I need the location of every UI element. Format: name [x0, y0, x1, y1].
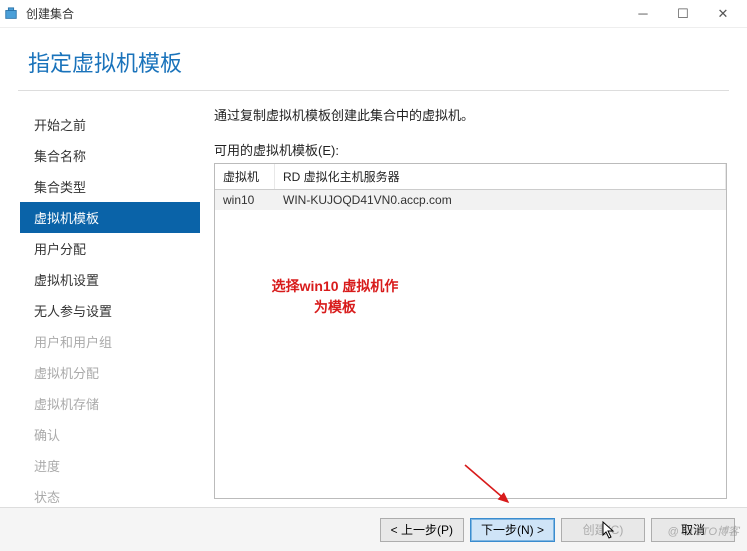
intro-text: 通过复制虚拟机模板创建此集合中的虚拟机。	[214, 105, 727, 124]
page-header: 指定虚拟机模板	[0, 28, 747, 90]
create-button: 创建(C)	[561, 518, 645, 542]
sidebar-item-vm-storage: 虚拟机存储	[20, 388, 200, 419]
maximize-button[interactable]: ☐	[663, 2, 703, 26]
template-table[interactable]: 虚拟机 RD 虚拟化主机服务器 win10 WIN-KUJOQD41VN0.ac…	[214, 163, 727, 499]
cancel-button[interactable]: 取消	[651, 518, 735, 542]
sidebar-item-start[interactable]: 开始之前	[20, 109, 200, 140]
sidebar-item-confirm: 确认	[20, 419, 200, 450]
sidebar-item-vm-settings[interactable]: 虚拟机设置	[20, 264, 200, 295]
minimize-button[interactable]: ─	[623, 2, 663, 26]
footer: < 上一步(P) 下一步(N) > 创建(C) 取消	[0, 507, 747, 551]
prev-button[interactable]: < 上一步(P)	[380, 518, 464, 542]
sidebar-item-template[interactable]: 虚拟机模板	[20, 202, 200, 233]
sidebar-item-type[interactable]: 集合类型	[20, 171, 200, 202]
sidebar-item-unattended[interactable]: 无人参与设置	[20, 295, 200, 326]
sidebar-item-progress: 进度	[20, 450, 200, 481]
annotation-text: 选择win10 虚拟机作 为模板	[255, 276, 415, 318]
close-button[interactable]: ✕	[703, 2, 743, 26]
table-header: 虚拟机 RD 虚拟化主机服务器	[215, 164, 726, 190]
sidebar-item-users-groups: 用户和用户组	[20, 326, 200, 357]
annotation-arrow-icon	[460, 460, 520, 510]
list-label: 可用的虚拟机模板(E):	[214, 140, 727, 159]
window-title: 创建集合	[26, 5, 623, 22]
main-panel: 通过复制虚拟机模板创建此集合中的虚拟机。 可用的虚拟机模板(E): 虚拟机 RD…	[200, 105, 727, 511]
app-icon	[4, 6, 20, 22]
sidebar-item-user-assign[interactable]: 用户分配	[20, 233, 200, 264]
body: 开始之前 集合名称 集合类型 虚拟机模板 用户分配 虚拟机设置 无人参与设置 用…	[0, 91, 747, 511]
sidebar-item-vm-alloc: 虚拟机分配	[20, 357, 200, 388]
sidebar-item-name[interactable]: 集合名称	[20, 140, 200, 171]
titlebar: 创建集合 ─ ☐ ✕	[0, 0, 747, 28]
window-controls: ─ ☐ ✕	[623, 2, 743, 26]
cell-host: WIN-KUJOQD41VN0.accp.com	[275, 190, 726, 210]
page-title: 指定虚拟机模板	[28, 46, 719, 78]
next-button[interactable]: 下一步(N) >	[470, 518, 555, 542]
col-vm[interactable]: 虚拟机	[215, 164, 275, 189]
col-host[interactable]: RD 虚拟化主机服务器	[275, 164, 726, 189]
cell-vm: win10	[215, 190, 275, 210]
table-row[interactable]: win10 WIN-KUJOQD41VN0.accp.com	[215, 190, 726, 210]
sidebar: 开始之前 集合名称 集合类型 虚拟机模板 用户分配 虚拟机设置 无人参与设置 用…	[20, 105, 200, 511]
